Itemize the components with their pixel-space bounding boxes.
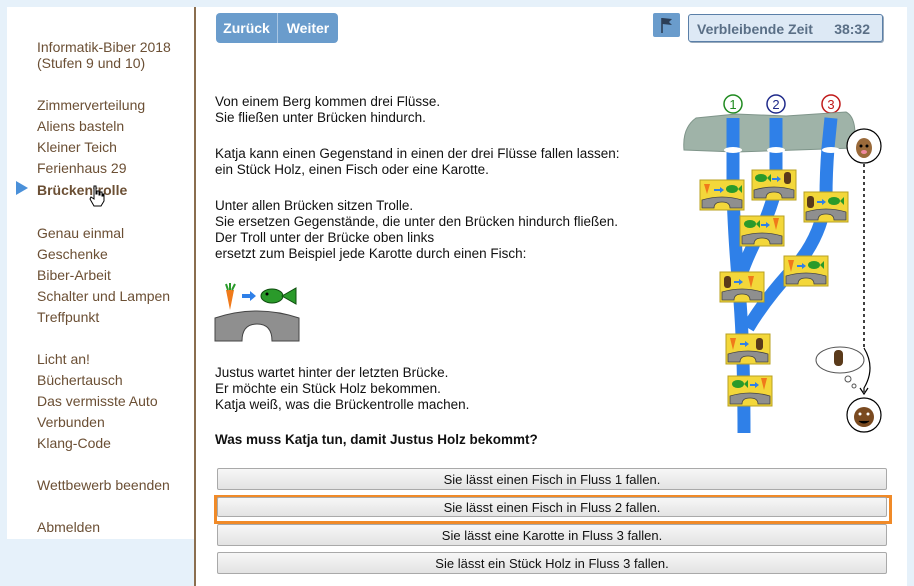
sidebar-item-buechertausch[interactable]: Büchertausch — [37, 372, 123, 388]
contest-title: Informatik-Biber 2018 — [37, 39, 171, 55]
answer-option-1[interactable]: Sie lässt einen Fisch in Fluss 1 fallen. — [217, 468, 887, 490]
sidebar-item-brueckentrolle[interactable]: Brückentrolle — [37, 182, 127, 198]
active-item-arrow-icon — [16, 181, 28, 195]
arrow-right-icon — [242, 291, 256, 301]
example-bridge-illustration — [214, 283, 300, 342]
sidebar-item-aliens-basteln[interactable]: Aliens basteln — [37, 118, 124, 134]
svg-text:2: 2 — [772, 97, 779, 112]
flag-button[interactable] — [653, 13, 680, 37]
task-text-line: Katja weiß, was die Brückentrolle machen… — [215, 397, 470, 412]
sidebar-item-ferienhaus-29[interactable]: Ferienhaus 29 — [37, 160, 127, 176]
task-text-line: Justus wartet hinter der letzten Brücke. — [215, 365, 449, 380]
river-bridge-diagram: 1 2 3 — [683, 94, 882, 434]
sidebar-item-schalter-und-lampen[interactable]: Schalter und Lampen — [37, 288, 170, 304]
sidebar-item-klang-code[interactable]: Klang-Code — [37, 435, 111, 451]
sidebar-item-verbunden[interactable]: Verbunden — [37, 414, 105, 430]
question-text: Was muss Katja tun, damit Justus Holz be… — [215, 432, 538, 447]
katja-avatar-icon — [846, 128, 882, 164]
justus-avatar-icon — [846, 397, 882, 433]
sidebar-item-biber-arbeit[interactable]: Biber-Arbeit — [37, 267, 111, 283]
back-button[interactable]: Zurück — [216, 13, 278, 43]
answer-option-3[interactable]: Sie lässt eine Karotte in Fluss 3 fallen… — [217, 524, 887, 546]
sidebar-divider — [194, 7, 196, 586]
task-text-line: ein Stück Holz, einen Fisch oder eine Ka… — [215, 162, 489, 177]
task-text-line: Unter allen Brücken sitzen Trolle. — [215, 198, 414, 213]
sidebar-item-kleiner-teich[interactable]: Kleiner Teich — [37, 139, 117, 155]
remaining-time-value: 38:32 — [834, 21, 870, 37]
thought-bubble-wood-icon — [815, 346, 865, 389]
sidebar-item-geschenke[interactable]: Geschenke — [37, 246, 108, 262]
remaining-time-label: Verbleibende Zeit — [697, 21, 813, 37]
sidebar-item-licht-an[interactable]: Licht an! — [37, 351, 90, 367]
sidebar-item-das-vermisste-auto[interactable]: Das vermisste Auto — [37, 393, 158, 409]
bridge-icon — [214, 310, 300, 342]
task-text-line: Von einem Berg kommen drei Flüsse. — [215, 94, 441, 109]
task-text-line: Der Troll unter der Brücke oben links — [215, 230, 435, 245]
end-contest-link[interactable]: Wettbewerb beenden — [37, 477, 170, 493]
task-text-line: Sie fließen unter Brücken hindurch. — [215, 110, 426, 125]
river-number-2: 2 — [766, 94, 786, 114]
logout-link[interactable]: Abmelden — [37, 519, 100, 535]
remaining-time-display: Verbleibende Zeit 38:32 — [688, 14, 883, 42]
sidebar-footer-background — [7, 539, 195, 586]
next-button[interactable]: Weiter — [278, 13, 338, 43]
task-text-line: Er möchte ein Stück Holz bekommen. — [215, 381, 441, 396]
answer-option-2[interactable]: Sie lässt einen Fisch in Fluss 2 fallen. — [217, 497, 887, 517]
sidebar-item-treffpunkt[interactable]: Treffpunkt — [37, 309, 99, 325]
flag-icon — [661, 18, 672, 33]
svg-text:1: 1 — [729, 97, 736, 112]
river-number-1: 1 — [723, 94, 743, 114]
river-number-3: 3 — [821, 94, 841, 114]
sidebar-item-genau-einmal[interactable]: Genau einmal — [37, 225, 124, 241]
hand-cursor-icon — [89, 185, 105, 207]
fish-icon — [260, 287, 297, 305]
answer-option-4[interactable]: Sie lässt ein Stück Holz in Fluss 3 fall… — [217, 552, 887, 574]
task-text-line: Sie ersetzen Gegenstände, die unter den … — [215, 214, 619, 229]
contest-subtitle: (Stufen 9 und 10) — [37, 55, 146, 71]
sidebar-item-zimmerverteilung[interactable]: Zimmerverteilung — [37, 97, 145, 113]
carrot-icon — [225, 283, 236, 310]
task-text-line: Katja kann einen Gegenstand in einen der… — [215, 146, 620, 161]
arrow-down-icon — [863, 347, 871, 392]
svg-text:3: 3 — [827, 97, 834, 112]
task-text-line: ersetzt zum Beispiel jede Karotte durch … — [215, 246, 527, 261]
